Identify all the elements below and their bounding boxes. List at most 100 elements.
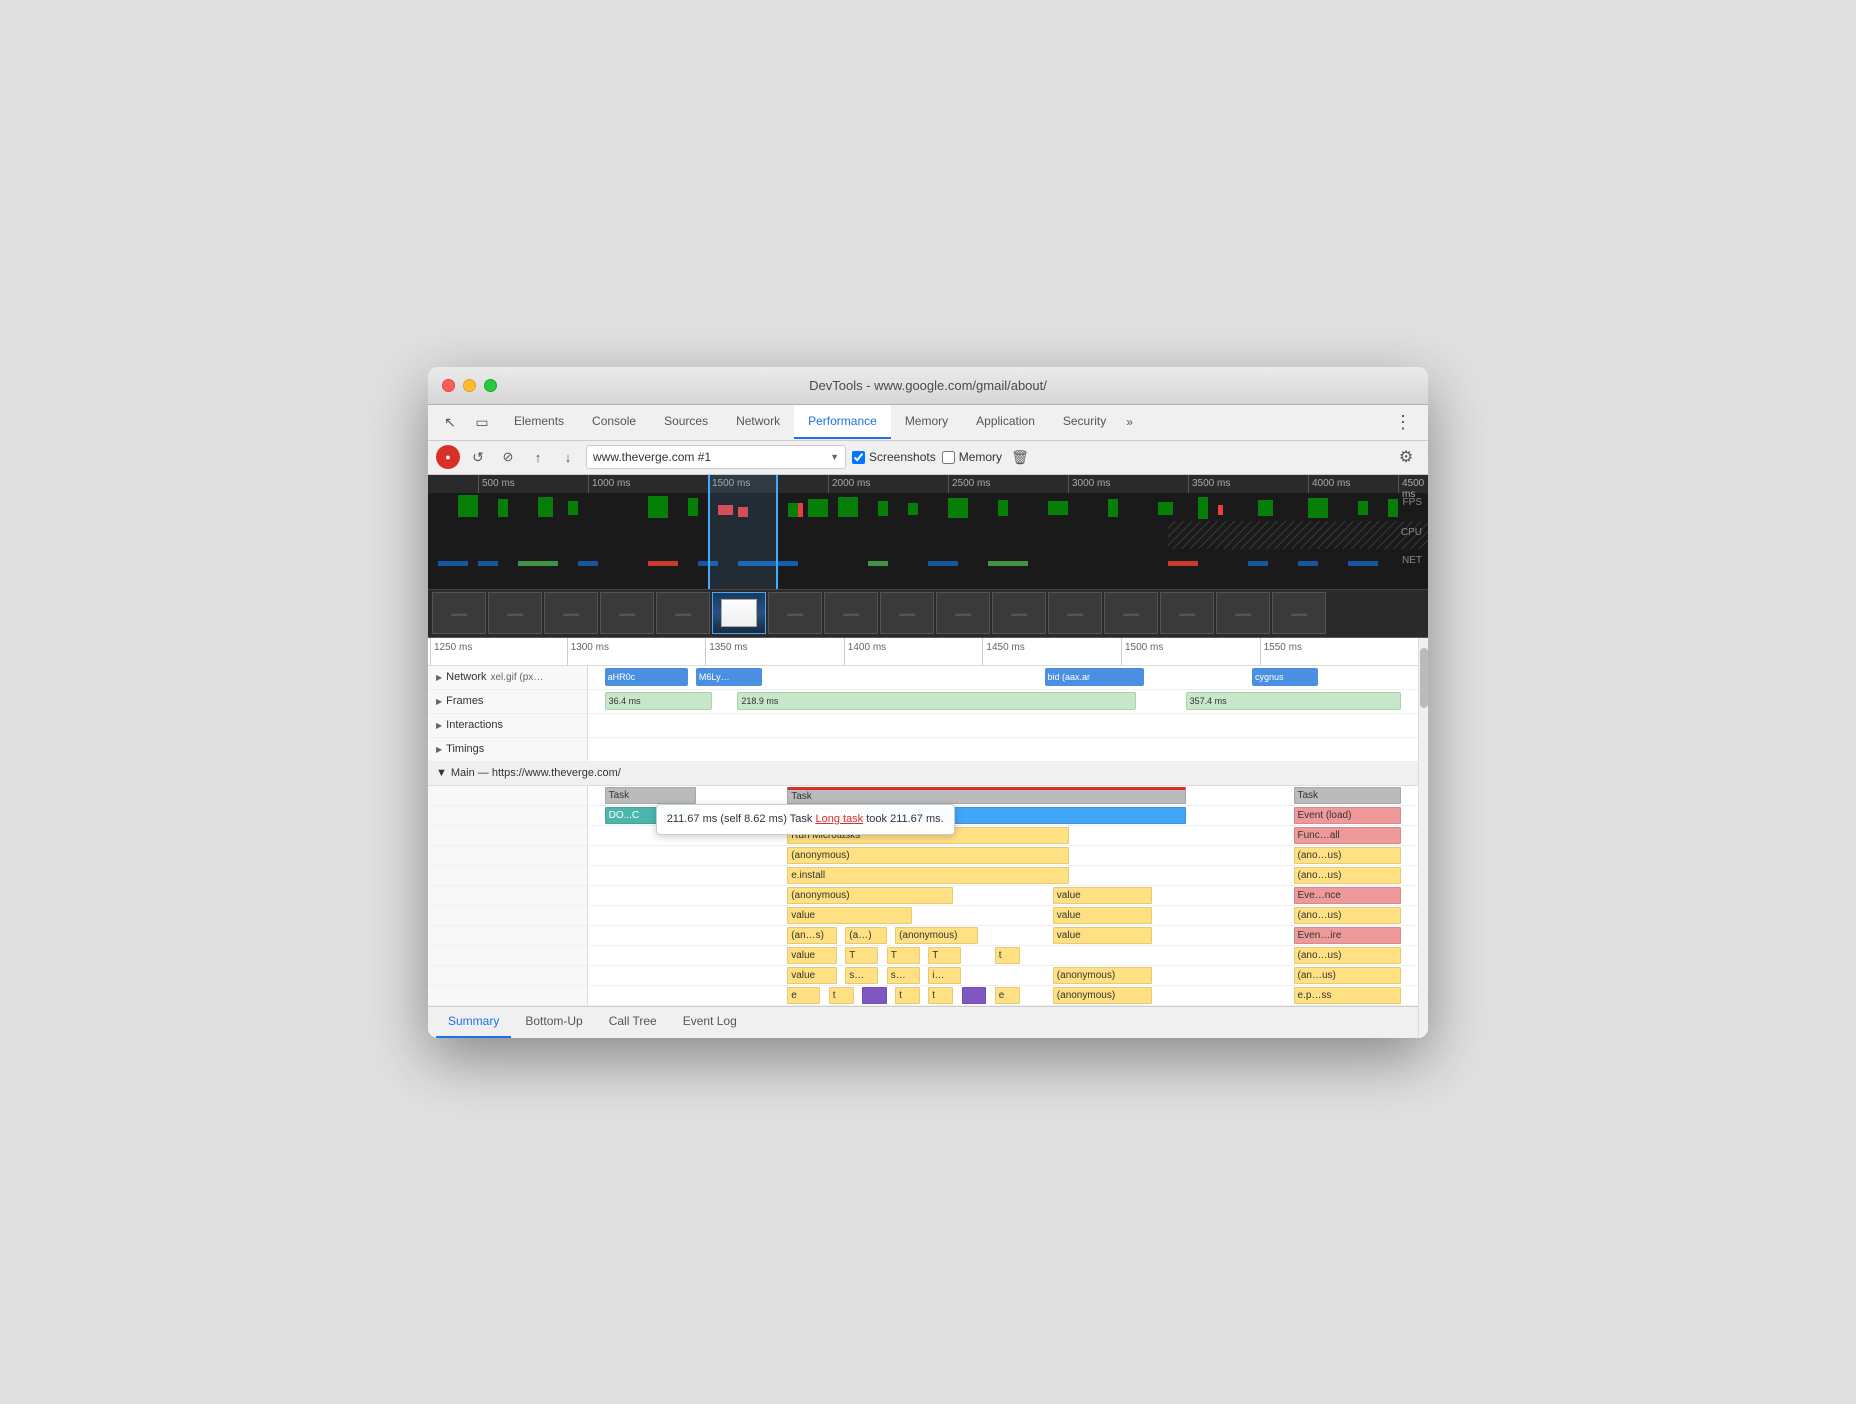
record-button[interactable]: ● <box>436 445 460 469</box>
close-button[interactable] <box>442 379 455 392</box>
minimize-button[interactable] <box>463 379 476 392</box>
flame-einstall-block[interactable]: e.install <box>787 867 1069 884</box>
tab-performance[interactable]: Performance <box>794 405 891 439</box>
flame-t-block-11b[interactable]: t <box>895 987 920 1004</box>
tab-elements[interactable]: Elements <box>500 405 578 439</box>
flame-purple-block-2[interactable] <box>962 987 987 1004</box>
flame-e-block-1[interactable]: e <box>787 987 820 1004</box>
flame-anus-block-10[interactable]: (an…us) <box>1294 967 1402 984</box>
flame-value-block-8[interactable]: value <box>1053 927 1153 944</box>
tab-memory[interactable]: Memory <box>891 405 962 439</box>
menu-dots-button[interactable]: ⋮ <box>1386 412 1420 433</box>
interactions-track-label[interactable]: ▶ Interactions <box>428 714 588 737</box>
flame-t-block-11a[interactable]: t <box>829 987 854 1004</box>
flame-e-block-2[interactable]: e <box>995 987 1020 1004</box>
flame-t-block-9[interactable]: t <box>995 947 1020 964</box>
flame-anous-block-5[interactable]: (ano…us) <box>1294 867 1402 884</box>
frames-track-label[interactable]: ▶ Frames <box>428 690 588 713</box>
flame-anous-block-9[interactable]: (ano…us) <box>1294 947 1402 964</box>
frame-bar-1[interactable]: 36.4 ms <box>605 692 713 710</box>
screenshots-checkbox-label[interactable]: Screenshots <box>852 450 936 464</box>
clear-recording-button[interactable]: 🗑 <box>1008 445 1032 469</box>
flame-chart[interactable]: 211.67 ms (self 8.62 ms) Task Long task … <box>428 786 1418 1006</box>
timings-expand-arrow: ▶ <box>436 745 442 754</box>
reload-record-button[interactable]: ↺ <box>466 445 490 469</box>
flame-doc-block[interactable]: DO...C <box>605 807 688 824</box>
memory-checkbox-label[interactable]: Memory <box>942 450 1002 464</box>
upload-button[interactable]: ↑ <box>526 445 550 469</box>
bottom-tab-calltree[interactable]: Call Tree <box>597 1006 669 1038</box>
download-button[interactable]: ↓ <box>556 445 580 469</box>
zoom-tick-1400: 1400 ms <box>844 638 886 666</box>
frame-bar-3[interactable]: 357.4 ms <box>1186 692 1402 710</box>
flame-row-10-content: value s… s… i… (anonymous) (an…us) <box>588 966 1418 985</box>
flame-purple-block-1[interactable] <box>862 987 887 1004</box>
settings-button[interactable]: ⚙ <box>1392 443 1420 471</box>
tab-sources[interactable]: Sources <box>650 405 722 439</box>
more-tabs-button[interactable]: » <box>1120 415 1139 429</box>
cursor-tool-button[interactable]: ↖ <box>436 408 464 436</box>
flame-anon-block-11[interactable]: (anonymous) <box>1053 987 1153 1004</box>
bottom-tab-bottomup[interactable]: Bottom-Up <box>513 1006 594 1038</box>
frame-bar-2[interactable]: 218.9 ms <box>737 692 1135 710</box>
flame-xhr-block[interactable]: XHR Load (c… <box>787 807 1185 824</box>
flame-value-block-7b[interactable]: value <box>1053 907 1153 924</box>
flame-row-5-content: e.install (ano…us) <box>588 866 1418 885</box>
vertical-scrollbar[interactable] <box>1418 638 1428 1038</box>
flame-value-block-7a[interactable]: value <box>787 907 912 924</box>
clear-button[interactable]: ⊘ <box>496 445 520 469</box>
flame-anon-block-6[interactable]: (anonymous) <box>787 887 953 904</box>
memory-checkbox[interactable] <box>942 451 955 464</box>
tab-network[interactable]: Network <box>722 405 794 439</box>
flame-evenire-block[interactable]: Even…ire <box>1294 927 1402 944</box>
flame-s-block-2[interactable]: s… <box>887 967 920 984</box>
tab-security[interactable]: Security <box>1049 405 1120 439</box>
flame-T-block-2[interactable]: T <box>887 947 920 964</box>
flame-funcall-block[interactable]: Func…all <box>1294 827 1402 844</box>
flame-value-block-6[interactable]: value <box>1053 887 1153 904</box>
flame-T-block-3[interactable]: T <box>928 947 961 964</box>
responsive-mode-button[interactable]: ▭ <box>468 408 496 436</box>
maximize-button[interactable] <box>484 379 497 392</box>
screenshots-checkbox[interactable] <box>852 451 865 464</box>
task-block-3[interactable]: Task <box>1294 787 1402 804</box>
zoom-tick-1350: 1350 ms <box>705 638 747 666</box>
flame-s-block-1[interactable]: s… <box>845 967 878 984</box>
task-block-2[interactable]: Task <box>787 787 1185 804</box>
flame-anous-block-7[interactable]: (ano…us) <box>1294 907 1402 924</box>
network-bar-aHR0c[interactable]: aHR0c <box>605 668 688 686</box>
flame-value-block-10[interactable]: value <box>787 967 837 984</box>
flame-event-load-block[interactable]: Event (load) <box>1294 807 1402 824</box>
tab-application[interactable]: Application <box>962 405 1049 439</box>
flame-anon-block-1[interactable]: (anonymous) <box>787 847 1069 864</box>
network-bar-M6Ly[interactable]: M6Ly… <box>696 668 762 686</box>
flame-anon-block-2[interactable]: (ano…us) <box>1294 847 1402 864</box>
flame-anon-block-10[interactable]: (anonymous) <box>1053 967 1153 984</box>
scrollbar-thumb[interactable] <box>1420 648 1428 708</box>
interactions-track-content <box>588 714 1418 737</box>
tab-console[interactable]: Console <box>578 405 650 439</box>
flame-epss-block[interactable]: e.p…ss <box>1294 987 1402 1004</box>
flame-row-label-3 <box>428 826 588 845</box>
network-label-text: Network <box>446 671 486 683</box>
main-section-header[interactable]: ▼ Main — https://www.theverge.com/ <box>428 762 1418 786</box>
timeline-overview[interactable]: 500 ms 1000 ms 1500 ms 2000 ms 2500 ms 3… <box>428 475 1428 590</box>
flame-t-block-11c[interactable]: t <box>928 987 953 1004</box>
bottom-tab-eventlog[interactable]: Event Log <box>671 1006 749 1038</box>
task-block-1[interactable]: Task <box>605 787 696 804</box>
flame-evnce-block[interactable]: Eve…nce <box>1294 887 1402 904</box>
network-track-label[interactable]: ▶ Network xel.gif (px… <box>428 666 588 689</box>
network-bar-bid[interactable]: bid (aax.ar <box>1045 668 1145 686</box>
flame-value-block-9[interactable]: value <box>787 947 837 964</box>
flame-ans-block[interactable]: (an…s) <box>787 927 837 944</box>
flame-i-block[interactable]: i… <box>928 967 961 984</box>
url-dropdown-icon: ▼ <box>830 452 839 462</box>
url-selector-wrap: www.theverge.com #1 ▼ <box>586 445 846 469</box>
flame-anon-block-8[interactable]: (anonymous) <box>895 927 978 944</box>
bottom-tab-summary[interactable]: Summary <box>436 1006 511 1038</box>
network-bar-cygnus[interactable]: cygnus <box>1252 668 1318 686</box>
flame-T-block-1[interactable]: T <box>845 947 878 964</box>
flame-a-block[interactable]: (a…) <box>845 927 887 944</box>
timings-track-label[interactable]: ▶ Timings <box>428 738 588 761</box>
flame-microtasks-block[interactable]: Run Microtasks <box>787 827 1069 844</box>
